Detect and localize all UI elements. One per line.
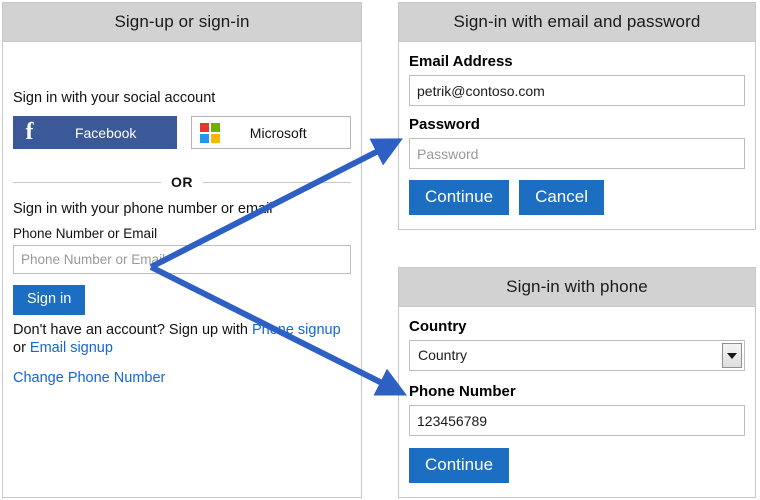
password-label: Password	[409, 116, 480, 133]
phone-number-label: Phone Number	[409, 383, 516, 400]
divider-line-left	[13, 181, 161, 183]
microsoft-signin-button[interactable]: Microsoft	[191, 116, 351, 149]
social-account-lead: Sign in with your social account	[13, 90, 216, 106]
phone-signup-link[interactable]: Phone signup	[252, 322, 341, 338]
facebook-button-label: Facebook	[74, 124, 137, 141]
microsoft-button-label: Microsoft	[249, 124, 307, 141]
panel-body-email-signin: Email Address Password Continue Cancel	[399, 42, 755, 215]
panel-body-signup-signin: Sign in with your social account f Faceb…	[3, 42, 361, 387]
divider-line-right	[203, 181, 351, 183]
panel-body-phone-signin: Country Country Phone Number Continue	[399, 307, 755, 483]
password-input[interactable]	[409, 138, 745, 169]
or-label: OR	[171, 174, 193, 190]
continue-button-email[interactable]: Continue	[409, 180, 510, 215]
email-signup-link[interactable]: Email signup	[30, 340, 113, 356]
email-address-label: Email Address	[409, 53, 513, 70]
country-select-dropdown-button[interactable]	[722, 343, 742, 368]
email-address-input[interactable]	[409, 75, 745, 106]
signup-prompt-prefix: Don't have an account? Sign up with	[13, 321, 252, 338]
signup-prompt-or: or	[13, 340, 30, 357]
continue-button-phone[interactable]: Continue	[409, 448, 510, 483]
or-divider: OR	[13, 174, 351, 190]
phone-or-email-label: Phone Number or Email	[13, 226, 158, 241]
panel-signup-or-signin: Sign-up or sign-in Sign in with your soc…	[2, 2, 362, 498]
panel-signin-with-phone: Sign-in with phone Country Country Phone…	[398, 267, 756, 498]
signin-button[interactable]: Sign in	[13, 285, 86, 315]
social-buttons-row: f Facebook Microsoft	[13, 116, 351, 149]
country-select-value: Country	[418, 347, 468, 363]
facebook-icon: f	[25, 118, 34, 145]
phone-email-lead: Sign in with your phone number or email	[13, 201, 273, 217]
signup-prompt: Don't have an account? Sign up with Phon…	[13, 321, 343, 357]
panel-title-email-signin: Sign-in with email and password	[399, 3, 755, 42]
microsoft-icon	[200, 122, 221, 143]
country-select[interactable]: Country	[409, 340, 745, 371]
panel-title-signup-signin: Sign-up or sign-in	[3, 3, 361, 42]
phone-or-email-input[interactable]	[13, 245, 351, 274]
chevron-down-icon	[727, 352, 737, 359]
change-phone-number-link[interactable]: Change Phone Number	[13, 370, 165, 386]
cancel-button-email[interactable]: Cancel	[519, 180, 604, 215]
country-label: Country	[409, 318, 467, 335]
facebook-signin-button[interactable]: f Facebook	[13, 116, 178, 149]
panel-signin-with-email-and-password: Sign-in with email and password Email Ad…	[398, 2, 756, 230]
phone-number-input[interactable]	[409, 405, 745, 436]
panel-title-phone-signin: Sign-in with phone	[399, 268, 755, 307]
